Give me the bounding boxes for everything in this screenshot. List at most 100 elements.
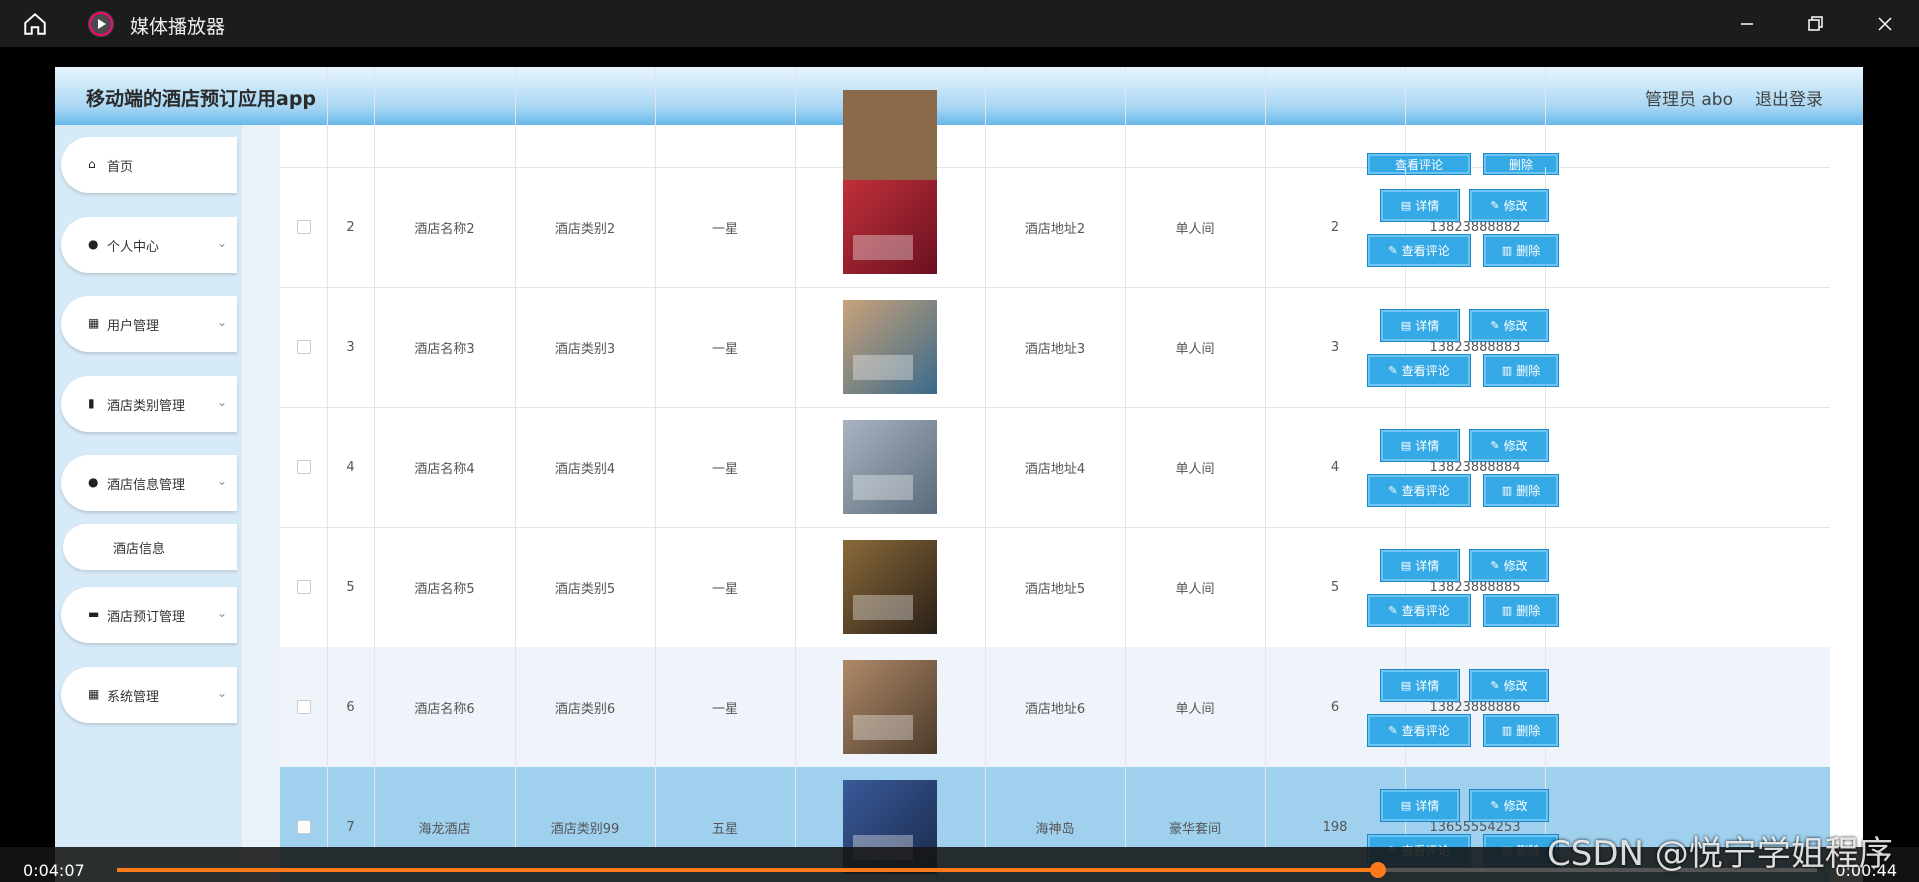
sidebar-item-label: 酒店信息 bbox=[113, 542, 166, 557]
hotel-star: 一星 bbox=[655, 287, 796, 407]
table-row[interactable]: 5 酒店名称5 酒店类别5 一星 酒店地址5 单人间 5 13823888885 ▤ 详情 ✎ 修改 ✎… bbox=[280, 527, 1830, 648]
hotel-star: 一星 bbox=[655, 167, 796, 287]
sidebar-item-system-management[interactable]: ▦ 系统管理 ⌄ bbox=[61, 667, 237, 723]
hotel-phone: 13823888884 bbox=[1405, 407, 1546, 527]
row-checkbox[interactable] bbox=[280, 287, 328, 407]
document-icon: ▤ bbox=[1400, 559, 1412, 572]
hotel-address: 酒店地址6 bbox=[985, 647, 1126, 767]
delete-button[interactable]: ▥删除 bbox=[1483, 354, 1559, 387]
edit-icon: ✎ bbox=[1388, 244, 1398, 257]
room-count: 6 bbox=[1265, 647, 1406, 767]
row-index: 4 bbox=[327, 407, 375, 527]
sidebar-item-booking-management[interactable]: ▬ 酒店预订管理 ⌄ bbox=[61, 587, 237, 643]
chevron-down-icon: ⌄ bbox=[216, 236, 227, 250]
sidebar-item-label: 系统管理 bbox=[107, 690, 160, 705]
trash-icon: ▥ bbox=[1501, 604, 1513, 617]
restore-icon[interactable] bbox=[1801, 10, 1829, 38]
hotel-category: 酒店类别6 bbox=[515, 647, 656, 767]
hotel-phone: 13823888885 bbox=[1405, 527, 1546, 647]
sidebar-item-user-management[interactable]: ▦ 用户管理 ⌄ bbox=[61, 296, 237, 352]
view-reviews-button[interactable]: ✎查看评论 bbox=[1367, 714, 1471, 747]
edit-button[interactable]: ✎ 修改 bbox=[1469, 189, 1549, 222]
sidebar-item-label: 个人中心 bbox=[107, 240, 160, 255]
edit-icon: ✎ bbox=[1490, 799, 1500, 812]
table-row[interactable]: 2 酒店名称2 酒店类别2 一星 酒店地址2 单人间 2 13823888882 ▤ 详情 ✎ 修改 ✎… bbox=[280, 167, 1830, 288]
detail-button[interactable]: ▤ 详情 bbox=[1380, 429, 1460, 462]
detail-button[interactable]: ▤ 详情 bbox=[1380, 669, 1460, 702]
hotel-address: 酒店地址3 bbox=[985, 287, 1126, 407]
row-index: 2 bbox=[327, 167, 375, 287]
delete-button[interactable]: ▥删除 bbox=[1483, 594, 1559, 627]
view-reviews-button[interactable]: ✎查看评论 bbox=[1367, 234, 1471, 267]
detail-button[interactable]: ▤ 详情 bbox=[1380, 789, 1460, 822]
row-checkbox[interactable] bbox=[280, 167, 328, 287]
hotel-address: 酒店地址2 bbox=[985, 167, 1126, 287]
detail-button[interactable]: ▤ 详情 bbox=[1380, 549, 1460, 582]
checkbox[interactable] bbox=[296, 820, 311, 834]
sidebar-item-home[interactable]: ⌂ 首页 bbox=[61, 137, 237, 193]
table-row[interactable]: 4 酒店名称4 酒店类别4 一星 酒店地址4 单人间 4 13823888884 ▤ 详情 ✎ 修改 ✎… bbox=[280, 407, 1830, 528]
hotel-phone: 13823888882 bbox=[1405, 167, 1546, 287]
sidebar-item-personal-center[interactable]: ● 个人中心 ⌄ bbox=[61, 217, 237, 273]
hotel-address: 酒店地址5 bbox=[985, 527, 1126, 647]
view-reviews-button[interactable]: ✎查看评论 bbox=[1367, 354, 1471, 387]
edit-button[interactable]: ✎ 修改 bbox=[1469, 789, 1549, 822]
sidebar-subitem-hotel-info[interactable]: 酒店信息 bbox=[63, 524, 237, 570]
hotel-address: 酒店地址4 bbox=[985, 407, 1126, 527]
table-row[interactable]: 3 酒店名称3 酒店类别3 一星 酒店地址3 单人间 3 13823888883 ▤ 详情 ✎ 修改 ✎… bbox=[280, 287, 1830, 408]
user-icon: ● bbox=[88, 237, 99, 251]
checkbox[interactable] bbox=[296, 460, 311, 474]
sidebar-item-hotel-category[interactable]: ▮ 酒店类别管理 ⌄ bbox=[61, 376, 237, 432]
edit-icon: ✎ bbox=[1388, 484, 1398, 497]
grid-icon: ▦ bbox=[88, 687, 100, 701]
row-checkbox[interactable] bbox=[280, 527, 328, 647]
player-titlebar: 媒体播放器 bbox=[0, 0, 1919, 47]
delete-button[interactable]: ▥删除 bbox=[1483, 474, 1559, 507]
checkbox[interactable] bbox=[296, 700, 311, 714]
document-icon: ▤ bbox=[1400, 439, 1412, 452]
detail-button[interactable]: ▤ 详情 bbox=[1380, 189, 1460, 222]
edit-button[interactable]: ✎ 修改 bbox=[1469, 549, 1549, 582]
document-icon: ▤ bbox=[1400, 799, 1412, 812]
checkbox[interactable] bbox=[296, 340, 311, 354]
view-reviews-button[interactable]: ✎查看评论 bbox=[1367, 474, 1471, 507]
table-row[interactable]: 6 酒店名称6 酒店类别6 一星 酒店地址6 单人间 6 13823888886 ▤ 详情 ✎ 修改 ✎… bbox=[280, 647, 1830, 768]
hotel-category: 酒店类别3 bbox=[515, 287, 656, 407]
edit-icon: ✎ bbox=[1388, 364, 1398, 377]
view-reviews-button[interactable]: ✎查看评论 bbox=[1367, 594, 1471, 627]
minimize-icon[interactable] bbox=[1733, 10, 1761, 38]
edit-button[interactable]: ✎ 修改 bbox=[1469, 309, 1549, 342]
edit-button[interactable]: ✎ 修改 bbox=[1469, 429, 1549, 462]
chevron-down-icon: ⌄ bbox=[216, 606, 227, 620]
trash-icon: ▥ bbox=[1501, 364, 1513, 377]
checkbox[interactable] bbox=[296, 220, 311, 234]
document-icon: ▤ bbox=[1400, 199, 1412, 212]
detail-button[interactable]: ▤ 详情 bbox=[1380, 309, 1460, 342]
chevron-down-icon: ⌄ bbox=[216, 395, 227, 409]
hotel-name: 酒店名称3 bbox=[374, 287, 516, 407]
delete-button[interactable]: ▥删除 bbox=[1483, 234, 1559, 267]
edit-button[interactable]: ✎ 修改 bbox=[1469, 669, 1549, 702]
sidebar-item-label: 酒店预订管理 bbox=[107, 610, 186, 625]
row-checkbox[interactable] bbox=[280, 407, 328, 527]
row-checkbox[interactable] bbox=[280, 647, 328, 767]
row-index: 3 bbox=[327, 287, 375, 407]
hotel-image bbox=[795, 67, 986, 184]
home-icon[interactable] bbox=[22, 11, 48, 37]
hotel-category: 酒店类别5 bbox=[515, 527, 656, 647]
checkbox[interactable] bbox=[296, 580, 311, 594]
hotel-phone: 13823888883 bbox=[1405, 287, 1546, 407]
sidebar-item-label: 酒店信息管理 bbox=[107, 478, 186, 493]
edit-icon: ✎ bbox=[1490, 439, 1500, 452]
close-icon[interactable] bbox=[1871, 10, 1899, 38]
sidebar-item-label: 用户管理 bbox=[107, 319, 160, 334]
hotel-star: 一星 bbox=[655, 407, 796, 527]
current-time: 0:04:07 bbox=[23, 861, 85, 880]
trash-icon: ▥ bbox=[1501, 244, 1513, 257]
edit-icon: ✎ bbox=[1490, 679, 1500, 692]
book-icon: ▮ bbox=[88, 396, 95, 410]
sidebar-item-hotel-info-management[interactable]: ● 酒店信息管理 ⌄ bbox=[61, 455, 237, 511]
edit-icon: ✎ bbox=[1490, 319, 1500, 332]
room-count: 3 bbox=[1265, 287, 1406, 407]
delete-button[interactable]: ▥删除 bbox=[1483, 714, 1559, 747]
